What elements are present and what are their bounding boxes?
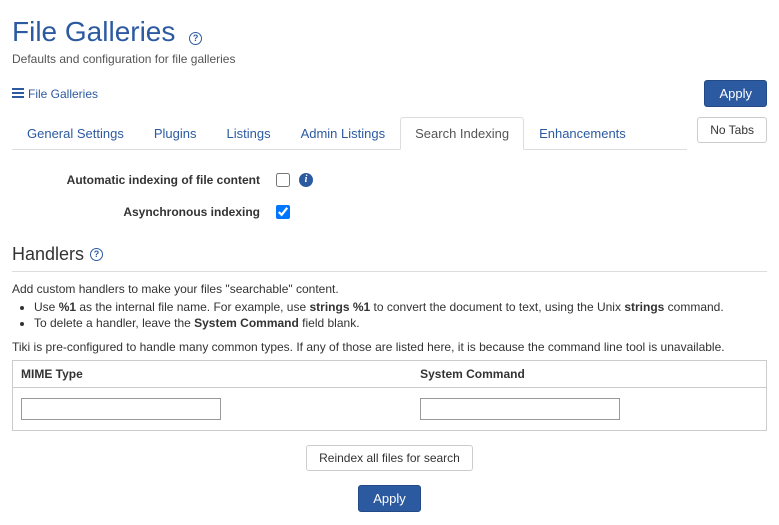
tab-search-indexing[interactable]: Search Indexing: [400, 117, 524, 150]
handlers-heading-text: Handlers: [12, 244, 84, 265]
top-bar: File Galleries Apply: [12, 80, 767, 107]
reindex-button[interactable]: Reindex all files for search: [306, 445, 473, 471]
tab-enhancements[interactable]: Enhancements: [524, 117, 641, 150]
breadcrumb-file-galleries[interactable]: File Galleries: [12, 87, 98, 101]
checkbox-auto-indexing[interactable]: [276, 173, 290, 187]
form-section: Automatic indexing of file content i Asy…: [12, 170, 767, 222]
row-auto-indexing: Automatic indexing of file content i: [12, 170, 767, 190]
tab-admin-listings[interactable]: Admin Listings: [286, 117, 401, 150]
page-title: File Galleries ?: [12, 16, 767, 48]
list-item: To delete a handler, leave the System Co…: [34, 316, 767, 330]
checkbox-async-indexing[interactable]: [276, 205, 290, 219]
info-icon[interactable]: i: [299, 173, 313, 187]
tab-bar: General SettingsPluginsListingsAdmin Lis…: [12, 117, 767, 150]
help-icon[interactable]: ?: [90, 248, 103, 261]
tab-listings[interactable]: Listings: [211, 117, 285, 150]
col-header-cmd: System Command: [412, 361, 766, 388]
label-async-indexing: Asynchronous indexing: [12, 205, 272, 219]
tab-plugins[interactable]: Plugins: [139, 117, 212, 150]
list-icon: [12, 87, 24, 101]
page-title-text: File Galleries: [12, 16, 175, 47]
tab-general-settings[interactable]: General Settings: [12, 117, 139, 150]
handlers-heading: Handlers ?: [12, 244, 767, 272]
handlers-bullets: Use %1 as the internal file name. For ex…: [34, 300, 767, 330]
no-tabs-button[interactable]: No Tabs: [697, 117, 767, 143]
apply-button-bottom[interactable]: Apply: [358, 485, 421, 512]
page-subtitle: Defaults and configuration for file gall…: [12, 52, 767, 66]
table-row: [13, 388, 767, 431]
label-auto-indexing: Automatic indexing of file content: [12, 173, 272, 187]
handlers-table: MIME Type System Command: [12, 360, 767, 431]
breadcrumb-label: File Galleries: [28, 87, 98, 101]
list-item: Use %1 as the internal file name. For ex…: [34, 300, 767, 314]
help-icon[interactable]: ?: [189, 32, 202, 45]
row-async-indexing: Asynchronous indexing: [12, 202, 767, 222]
col-header-mime: MIME Type: [13, 361, 413, 388]
apply-button-top[interactable]: Apply: [704, 80, 767, 107]
system-command-input[interactable]: [420, 398, 620, 420]
mime-type-input[interactable]: [21, 398, 221, 420]
handlers-intro: Add custom handlers to make your files "…: [12, 282, 767, 296]
handlers-preconf: Tiki is pre-configured to handle many co…: [12, 340, 767, 354]
